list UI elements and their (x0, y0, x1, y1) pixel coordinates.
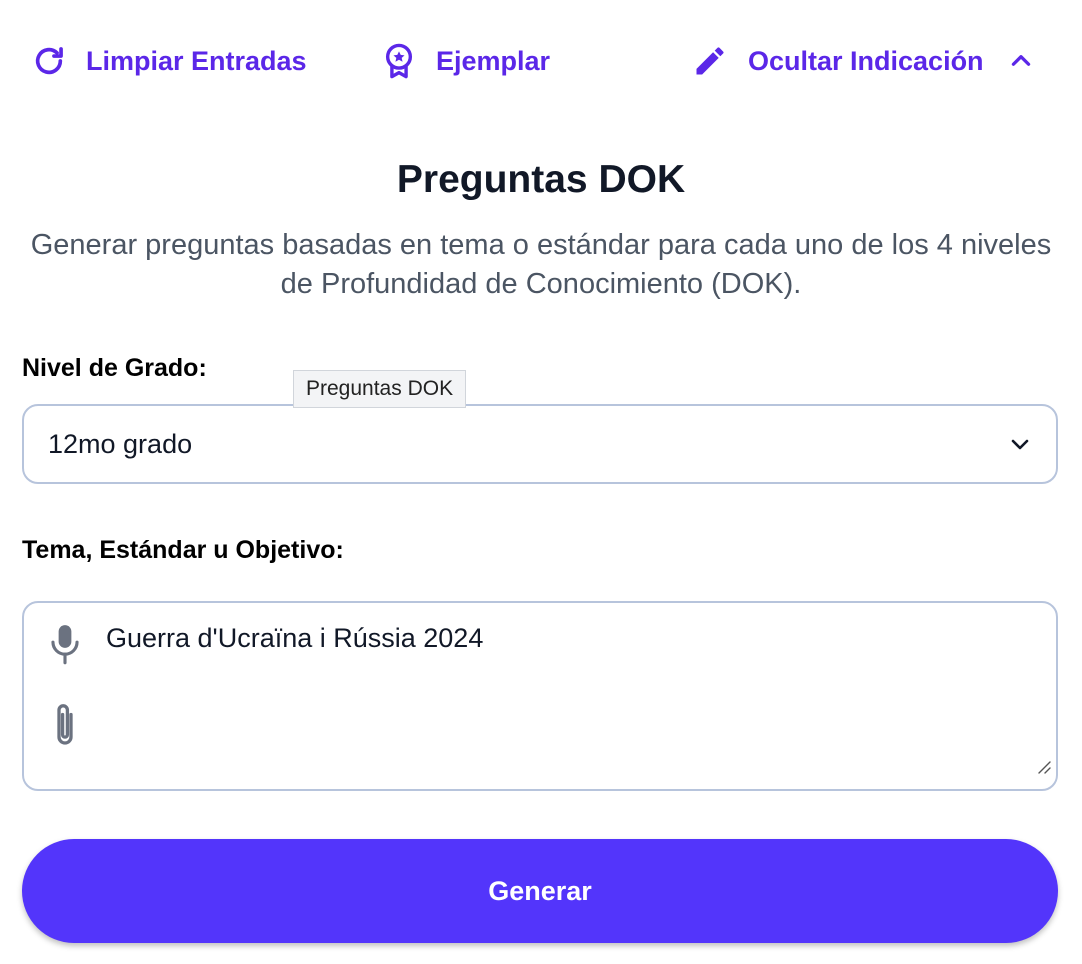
topic-input[interactable]: Guerra d'Ucraïna i Rússia 2024 (22, 601, 1058, 791)
hide-prompt-button[interactable]: Ocultar Indicación (692, 36, 1034, 86)
chevron-up-icon[interactable] (1008, 48, 1034, 74)
generate-button[interactable]: Generar (22, 839, 1058, 943)
pencil-icon (696, 47, 724, 75)
grade-level-value: 12mo grado (48, 428, 193, 459)
resize-grip-icon[interactable] (1036, 759, 1052, 775)
topic-input-value: Guerra d'Ucraïna i Rússia 2024 (106, 623, 484, 653)
clear-inputs-button[interactable]: Limpiar Entradas (32, 36, 307, 86)
generate-label: Generar (488, 875, 592, 906)
chevron-down-icon (1011, 439, 1029, 450)
award-badge-icon (385, 43, 413, 79)
page-subtitle: Generar preguntas basadas en tema o está… (30, 229, 1052, 300)
paperclip-icon[interactable] (50, 701, 80, 749)
tooltip: Preguntas DOK (293, 370, 467, 408)
hide-prompt-label: Ocultar Indicación (748, 45, 984, 76)
topic-label: Tema, Estándar u Objetivo: (22, 536, 344, 564)
page-title: Preguntas DOK (396, 158, 686, 201)
microphone-icon[interactable] (48, 623, 82, 667)
example-button[interactable]: Ejemplar (382, 36, 550, 86)
clear-inputs-label: Limpiar Entradas (86, 45, 307, 76)
refresh-icon (35, 47, 63, 75)
grade-level-select[interactable]: 12mo grado (22, 404, 1058, 484)
toolbar: Limpiar Entradas Ejemplar Ocultar Indica… (0, 36, 1082, 86)
example-label: Ejemplar (436, 45, 551, 76)
grade-level-label: Nivel de Grado: (22, 354, 207, 382)
